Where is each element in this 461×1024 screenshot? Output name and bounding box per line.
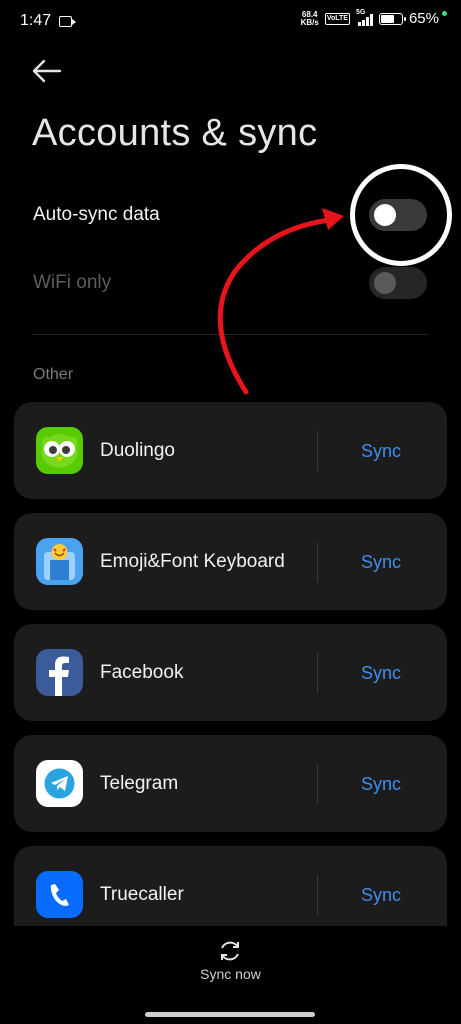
wifi-only-label: WiFi only (33, 272, 112, 293)
sync-button[interactable]: Sync (361, 774, 401, 795)
sync-button[interactable]: Sync (361, 552, 401, 573)
account-card-telegram[interactable]: Telegram Sync (14, 735, 447, 832)
sync-now-label[interactable]: Sync now (0, 966, 461, 982)
divider (317, 431, 318, 471)
auto-sync-label: Auto-sync data (33, 204, 160, 225)
account-name: Telegram (100, 773, 179, 794)
home-indicator[interactable] (145, 1012, 315, 1017)
divider (317, 653, 318, 693)
facebook-icon (36, 649, 83, 696)
status-bar: 1:47 68.4 KB/s VoLTE 5G 65% (0, 0, 461, 44)
network-speed-unit: KB/s (300, 17, 319, 27)
battery-icon (378, 12, 406, 25)
account-card-facebook[interactable]: Facebook Sync (14, 624, 447, 721)
account-name: Emoji&Font Keyboard (100, 551, 285, 572)
account-card-duolingo[interactable]: Duolingo Sync (14, 402, 447, 499)
account-name: Duolingo (100, 440, 175, 461)
wifi-only-toggle[interactable] (369, 267, 427, 299)
battery-percent: 65% (408, 10, 439, 27)
account-card-emoji-keyboard[interactable]: Emoji&Font Keyboard Sync (14, 513, 447, 610)
sync-now-button[interactable] (217, 938, 243, 964)
back-button[interactable] (30, 56, 64, 86)
account-name: Truecaller (100, 884, 184, 905)
sync-button[interactable]: Sync (361, 441, 401, 462)
account-name: Facebook (100, 662, 184, 683)
annotation-circle (350, 164, 452, 266)
sync-button[interactable]: Sync (361, 663, 401, 684)
sync-button[interactable]: Sync (361, 885, 401, 906)
network-speed: 68.4 KB/s (300, 10, 319, 27)
privacy-indicator-dot (442, 11, 447, 16)
telegram-icon (36, 760, 83, 807)
section-label-other: Other (33, 366, 74, 383)
status-icons: 68.4 KB/s VoLTE 5G 65% (300, 8, 447, 27)
status-time: 1:47 (20, 12, 52, 29)
page-title: Accounts & sync (32, 112, 318, 154)
divider (33, 334, 428, 335)
divider (317, 875, 318, 915)
divider (317, 542, 318, 582)
toggle-knob (374, 272, 396, 294)
screen-record-icon (59, 16, 76, 27)
duolingo-icon (36, 427, 83, 474)
divider (317, 764, 318, 804)
signal-icon: 5G (355, 8, 373, 26)
network-type: 5G (355, 8, 366, 16)
sync-icon (221, 941, 239, 961)
truecaller-icon (36, 871, 83, 918)
emoji-keyboard-icon (36, 538, 83, 585)
arrow-left-icon (32, 59, 62, 83)
volte-icon: VoLTE (324, 12, 350, 25)
